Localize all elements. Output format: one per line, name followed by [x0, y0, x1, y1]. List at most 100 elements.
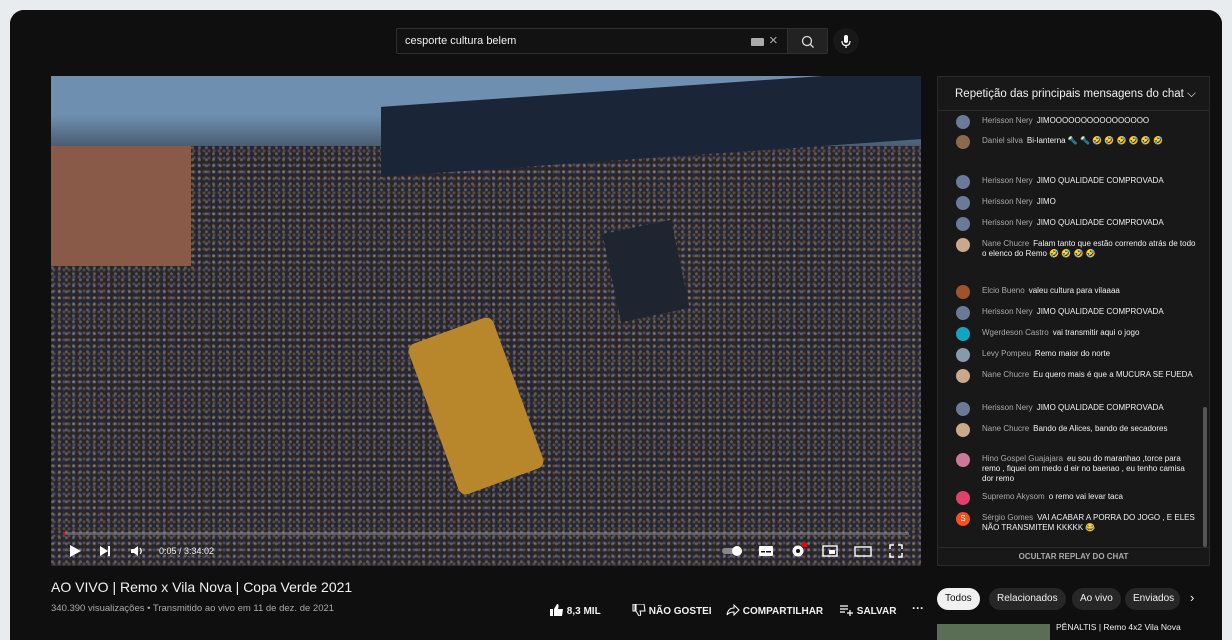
miniplayer-icon[interactable]: [821, 542, 839, 560]
volume-icon[interactable]: [129, 542, 145, 560]
search-icon: [801, 35, 814, 48]
video-meta: 340.390 visualizações • Transmitido ao v…: [51, 603, 335, 614]
fullscreen-icon[interactable]: [887, 542, 905, 560]
live-chat-panel: Repetição das principais mensagens do ch…: [937, 76, 1210, 566]
avatar[interactable]: [956, 491, 970, 505]
chat-author[interactable]: Herisson Nery: [982, 116, 1033, 125]
avatar[interactable]: [956, 402, 970, 416]
play-icon[interactable]: [67, 542, 83, 560]
chat-message-body: Wgerdeson Castro vai transmitir aqui o jo…: [982, 328, 1196, 338]
chat-author[interactable]: Herisson Nery: [982, 307, 1033, 316]
subtitles-icon[interactable]: [757, 542, 775, 560]
video-title: AO VIVO | Remo x Vila Nova | Copa Verde …: [51, 579, 353, 595]
avatar[interactable]: [956, 348, 970, 362]
hide-chat-replay-button[interactable]: OCULTAR REPLAY DO CHAT: [938, 547, 1209, 565]
chat-mode-label: Repetição das principais mensagens do ch…: [955, 88, 1184, 100]
chip-3[interactable]: Enviados: [1125, 588, 1180, 610]
avatar[interactable]: [956, 175, 970, 189]
chat-message-list: Herisson Nery JIMOOOOOOOOOOOOOOOO Daniel s…: [938, 113, 1209, 547]
progress-fill: [63, 532, 65, 535]
clear-search-icon[interactable]: ×: [769, 32, 778, 50]
chat-author[interactable]: Nane Chucre: [982, 370, 1029, 379]
video-player[interactable]: 0:05 / 3:34:02: [51, 76, 921, 566]
like-button[interactable]: 8,3 MIL: [550, 604, 601, 617]
avatar[interactable]: [956, 115, 970, 129]
chat-author[interactable]: Herisson Nery: [982, 403, 1033, 412]
chat-author[interactable]: Nane Chucre: [982, 239, 1029, 248]
avatar[interactable]: [956, 453, 970, 467]
player-controls: 0:05 / 3:34:02: [51, 538, 921, 566]
chat-author[interactable]: Wgerdeson Castro: [982, 328, 1049, 337]
chat-message-body: Nane Chucre Falam tanto que estão corrend…: [982, 239, 1196, 259]
chat-author[interactable]: Herisson Nery: [982, 197, 1033, 206]
chat-message-body: Sérgio Gomes VAI ACABAR A PORRA DO JOGO ,…: [982, 513, 1196, 533]
chat-message-body: Daniel silva Bi-lanterna 🔦 🔦 🤣 🤣 🤣 🤣 🤣 🤣: [982, 136, 1196, 146]
avatar[interactable]: S: [956, 512, 970, 526]
avatar[interactable]: [956, 135, 970, 149]
chat-text: Bi-lanterna 🔦 🔦 🤣 🤣 🤣 🤣 🤣 🤣: [1026, 136, 1164, 145]
save-button[interactable]: SALVAR: [840, 604, 896, 617]
chat-author[interactable]: Hino Gospel Guajajara: [982, 454, 1063, 463]
chat-author[interactable]: Herisson Nery: [982, 176, 1033, 185]
chat-message-body: Hino Gospel Guajajara eu sou do maranhao …: [982, 454, 1196, 484]
chat-text: o remo vai levar taca: [1048, 492, 1123, 501]
chat-text: Bando de Alices, bando de secadores: [1033, 424, 1168, 433]
avatar[interactable]: [956, 327, 970, 341]
chat-text: JIMO QUALIDADE COMPROVADA: [1036, 403, 1164, 412]
chat-text: JIMO QUALIDADE COMPROVADA: [1036, 176, 1164, 185]
avatar[interactable]: [956, 369, 970, 383]
chat-author[interactable]: Sérgio Gomes: [982, 513, 1033, 522]
time-display: 0:05 / 3:34:02: [159, 546, 215, 556]
chat-author[interactable]: Herisson Nery: [982, 218, 1033, 227]
chat-text: valeu cultura para vilaaaa: [1028, 286, 1120, 295]
chat-author[interactable]: Supremo Akysom: [982, 492, 1045, 501]
dislike-button[interactable]: NÃO GOSTEI: [632, 603, 712, 617]
search-button[interactable]: [788, 28, 828, 54]
chat-header[interactable]: Repetição das principais mensagens do ch…: [938, 77, 1209, 111]
chat-author[interactable]: Elcio Bueno: [982, 286, 1025, 295]
search-input[interactable]: cesporte cultura belem ×: [396, 28, 788, 54]
next-icon[interactable]: [97, 542, 113, 560]
chat-text: JIMO QUALIDADE COMPROVADA: [1036, 218, 1164, 227]
chevron-right-icon[interactable]: ›: [1190, 590, 1194, 605]
voice-search-button[interactable]: [833, 28, 859, 54]
chat-author[interactable]: Levy Pompeu: [982, 349, 1031, 358]
chat-author[interactable]: Daniel silva: [982, 136, 1023, 145]
progress-bar[interactable]: [63, 532, 909, 535]
chat-mode-selector[interactable]: Repetição das principais mensagens do ch…: [955, 88, 1196, 101]
chip-1[interactable]: Relacionados: [989, 588, 1066, 610]
dislike-label: NÃO GOSTEI: [648, 606, 712, 617]
avatar[interactable]: [956, 306, 970, 320]
share-button[interactable]: COMPARTILHAR: [726, 603, 824, 617]
keyboard-icon[interactable]: [751, 38, 764, 46]
top-bar: cesporte cultura belem ×: [10, 10, 1222, 66]
chat-scrollbar[interactable]: [1203, 407, 1207, 547]
share-label: COMPARTILHAR: [742, 606, 824, 617]
avatar[interactable]: [956, 238, 970, 252]
chat-message-body: Levy Pompeu Remo maior do norte: [982, 349, 1196, 359]
chat-message-body: Nane Chucre Eu quero mais é que a MUCURA …: [982, 370, 1196, 380]
theater-icon[interactable]: [853, 542, 873, 560]
chat-text: Remo maior do norte: [1034, 349, 1111, 358]
chip-2[interactable]: Ao vivo: [1072, 588, 1121, 610]
more-actions-icon[interactable]: ···: [912, 601, 924, 615]
chat-message-body: Herisson Nery JIMOOOOOOOOOOOOOOOO: [982, 116, 1196, 126]
avatar[interactable]: [956, 217, 970, 231]
chat-message-body: Nane Chucre Bando de Alices, bando de sec…: [982, 424, 1196, 434]
avatar[interactable]: [956, 196, 970, 210]
autoplay-toggle-icon[interactable]: [721, 542, 745, 560]
next-video-title[interactable]: PÊNALTIS | Remo 4x2 Vila Nova: [1056, 622, 1210, 632]
chat-message-body: Herisson Nery JIMO QUALIDADE COMPROVADA: [982, 307, 1196, 317]
chat-author[interactable]: Nane Chucre: [982, 424, 1029, 433]
thumbs-up-icon: [550, 604, 563, 616]
app-frame: cesporte cultura belem × 0:05 / 3:34:02 …: [10, 10, 1222, 640]
chevron-down-icon: ⌵: [1187, 88, 1196, 100]
chat-text: JIMO: [1036, 197, 1056, 206]
chip-0[interactable]: Todos: [937, 588, 980, 610]
search-query: cesporte cultura belem: [405, 35, 517, 47]
gear-icon[interactable]: [789, 542, 807, 560]
next-video-thumbnail[interactable]: [937, 624, 1050, 640]
avatar[interactable]: [956, 423, 970, 437]
avatar[interactable]: [956, 285, 970, 299]
chat-text: JIMOOOOOOOOOOOOOOOO: [1036, 116, 1150, 125]
